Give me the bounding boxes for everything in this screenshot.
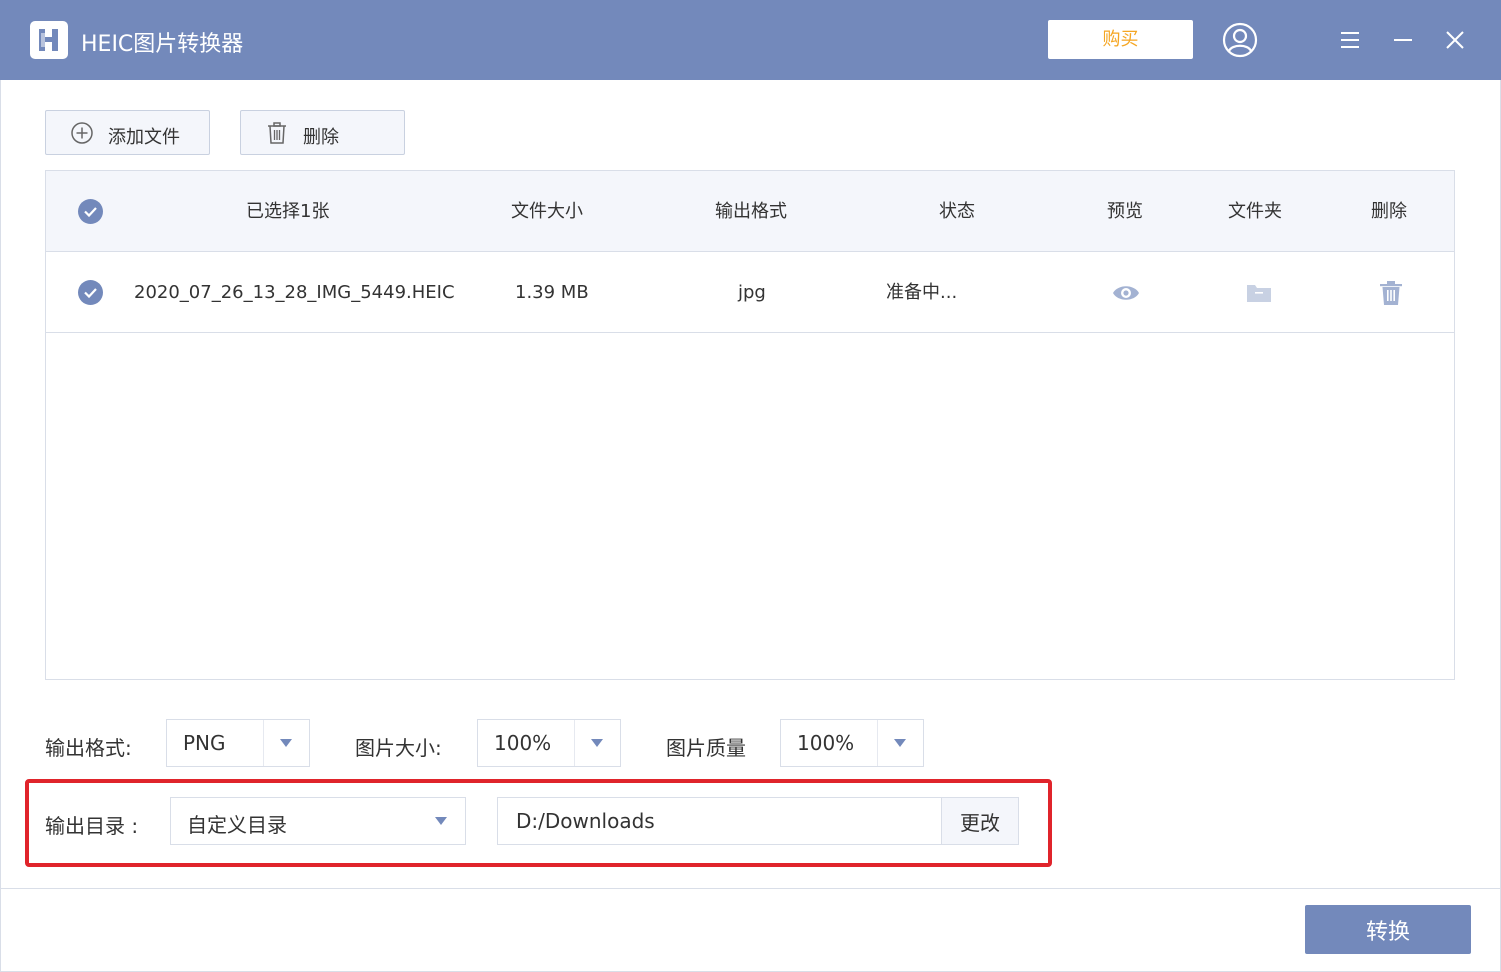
header-selected: 已选择1张 [246,201,330,222]
output-format-value: PNG [183,731,226,755]
output-dir-select[interactable]: 自定义目录 [170,797,466,845]
convert-button[interactable]: 转换 [1305,905,1471,954]
app-title: HEIC图片转换器 [81,32,244,57]
output-dir-label: 输出目录 : [45,814,139,838]
file-table: 已选择1张 文件大小 输出格式 状态 预览 文件夹 删除 2020_07_26_… [45,170,1455,680]
chevron-down-icon [877,720,923,766]
change-dir-button[interactable]: 更改 [941,797,1019,845]
add-file-label: 添加文件 [108,127,180,148]
select-all-checkbox[interactable] [78,199,103,224]
output-path-input[interactable] [497,797,942,845]
header-size: 文件大小 [511,201,583,222]
table-header: 已选择1张 文件大小 输出格式 状态 预览 文件夹 删除 [46,171,1454,252]
image-quality-select[interactable]: 100% [780,719,924,767]
row-delete-trash-icon[interactable] [1377,279,1405,307]
app-logo-icon [30,21,68,59]
table-row: 2020_07_26_13_28_IMG_5449.HEIC 1.39 MB j… [46,252,1454,333]
file-name: 2020_07_26_13_28_IMG_5449.HEIC [134,282,455,303]
image-size-select[interactable]: 100% [477,719,621,767]
title-bar: HEIC图片转换器 购买 [0,0,1501,80]
output-format-select[interactable]: PNG [166,719,310,767]
minimize-icon[interactable] [1383,20,1423,60]
close-icon[interactable] [1435,20,1475,60]
buy-button[interactable]: 购买 [1048,20,1193,59]
preview-eye-icon[interactable] [1112,279,1140,307]
menu-icon[interactable] [1330,20,1370,60]
add-file-button[interactable]: 添加文件 [45,110,210,155]
delete-label: 删除 [303,127,339,148]
header-preview: 预览 [1107,201,1143,222]
open-folder-icon[interactable] [1245,279,1273,307]
image-quality-value: 100% [797,731,855,755]
image-size-label: 图片大小: [355,736,442,760]
footer-divider [0,888,1501,889]
row-checkbox[interactable] [78,280,103,305]
chevron-down-icon [263,720,309,766]
file-status: 准备中... [886,282,958,303]
output-format-label: 输出格式: [45,736,132,760]
plus-circle-icon [70,121,94,145]
user-account-icon[interactable] [1220,20,1260,60]
file-output-format: jpg [738,282,766,303]
header-folder: 文件夹 [1228,201,1282,222]
file-size: 1.39 MB [515,282,589,303]
delete-button[interactable]: 删除 [240,110,405,155]
image-size-value: 100% [494,731,552,755]
chevron-down-icon [419,798,465,844]
image-quality-label: 图片质量 [666,736,746,760]
trash-icon [265,121,289,145]
header-delete: 删除 [1371,201,1407,222]
header-status: 状态 [939,201,975,222]
output-dir-value: 自定义目录 [187,813,287,837]
chevron-down-icon [574,720,620,766]
header-format: 输出格式 [715,201,787,222]
